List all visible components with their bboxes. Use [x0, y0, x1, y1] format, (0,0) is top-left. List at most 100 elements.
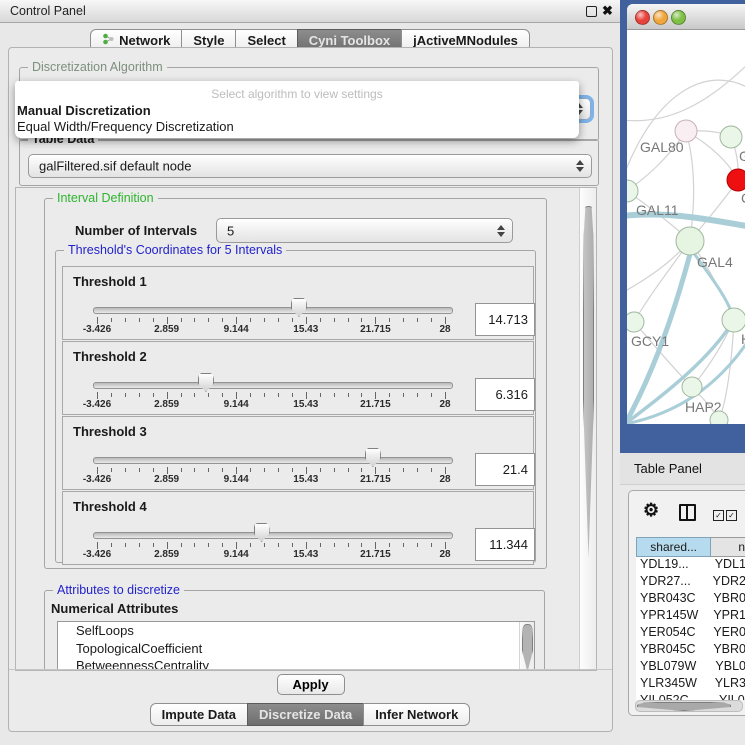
- graph-node-label: C: [741, 190, 745, 206]
- table-row[interactable]: YER054CYER0: [636, 625, 745, 642]
- slider-track[interactable]: [93, 382, 453, 389]
- table-panel-titlebar: Table Panel: [620, 453, 745, 485]
- threshold-value-field[interactable]: 14.713: [475, 303, 535, 336]
- algorithm-option[interactable]: Equal Width/Frequency Discretization: [17, 119, 234, 134]
- table-hscrollbar: [635, 700, 743, 712]
- tab-impute-data[interactable]: Impute Data: [150, 703, 248, 726]
- tick-mark: [320, 468, 321, 472]
- threshold-value-field[interactable]: 21.4: [475, 453, 535, 486]
- tick-mark: [153, 543, 154, 547]
- tick-mark: [264, 393, 265, 397]
- tick-mark: [306, 392, 307, 399]
- tick-mark: [181, 393, 182, 397]
- graph-node[interactable]: [722, 308, 745, 332]
- threshold-panel: Threshold 2-3.4262.8599.14415.4321.71528…: [62, 341, 534, 415]
- table-row[interactable]: YBR045CYBR0: [636, 642, 745, 659]
- tick-mark: [375, 317, 376, 324]
- cell-shared-name: YDL19...: [636, 557, 708, 574]
- table-data-group: Table Data galFiltered.sif default node: [19, 139, 599, 186]
- slider-thumb[interactable]: [291, 298, 307, 317]
- column-header-name[interactable]: n: [711, 537, 745, 557]
- table-row[interactable]: YPR145WYPR1: [636, 608, 745, 625]
- minimize-traffic-light-icon[interactable]: [653, 10, 668, 25]
- table-row[interactable]: YLR345WYLR3: [636, 676, 745, 693]
- num-intervals-value: 5: [227, 223, 234, 238]
- tick-mark: [375, 467, 376, 474]
- tick-mark: [361, 468, 362, 472]
- threshold-label: Threshold 3: [73, 424, 147, 439]
- tick-label: 21.715: [360, 549, 391, 560]
- slider-thumb[interactable]: [365, 448, 381, 467]
- tick-mark: [236, 542, 237, 549]
- network-view-window: GAL80GACGAL11GAL4GCY1HHAP2: [627, 4, 745, 424]
- tick-mark: [445, 317, 446, 324]
- tick-mark: [403, 393, 404, 397]
- slider-thumb[interactable]: [254, 523, 270, 542]
- cell-name: YBR0: [706, 591, 745, 608]
- cell-name: YBL0: [708, 659, 745, 676]
- apply-button[interactable]: Apply: [277, 674, 345, 695]
- tick-label: 21.715: [360, 324, 391, 335]
- zoom-traffic-light-icon[interactable]: [671, 10, 686, 25]
- slider-track[interactable]: [93, 532, 453, 539]
- network-window-titlebar[interactable]: [627, 4, 745, 30]
- split-columns-icon[interactable]: [679, 504, 696, 521]
- tick-mark: [222, 468, 223, 472]
- tick-label: -3.426: [83, 399, 111, 410]
- table-row[interactable]: YBL079WYBL0: [636, 659, 745, 676]
- graph-node[interactable]: [727, 169, 745, 191]
- tick-mark: [181, 543, 182, 547]
- tick-mark: [292, 543, 293, 547]
- table-row[interactable]: YIL052CYIL0: [636, 693, 745, 700]
- network-canvas[interactable]: GAL80GACGAL11GAL4GCY1HHAP2: [627, 30, 745, 424]
- chevron-updown-icon: [576, 160, 584, 172]
- threshold-value-field[interactable]: 6.316: [475, 378, 535, 411]
- tick-mark: [403, 543, 404, 547]
- close-icon[interactable]: ✖: [602, 3, 613, 19]
- cell-name: YER0: [706, 625, 745, 642]
- tick-mark: [431, 468, 432, 472]
- graph-node[interactable]: [627, 312, 644, 332]
- slider-track[interactable]: [93, 307, 453, 314]
- threshold-value-field[interactable]: 11.344: [475, 528, 535, 561]
- column-header-shared[interactable]: shared...: [636, 537, 711, 557]
- tick-mark: [97, 542, 98, 549]
- algorithm-option[interactable]: Manual Discretization: [17, 103, 151, 118]
- tab-infer-network[interactable]: Infer Network: [363, 703, 470, 726]
- table-row[interactable]: YDR27...YDR2: [636, 574, 745, 591]
- tick-mark: [167, 542, 168, 549]
- float-window-icon[interactable]: [586, 6, 597, 17]
- tick-mark: [320, 393, 321, 397]
- screen: Control Panel ✖ NetworkStyleSelectCyni T…: [0, 0, 745, 745]
- tick-mark: [264, 543, 265, 547]
- tab-discretize-data[interactable]: Discretize Data: [247, 703, 364, 726]
- cell-shared-name: YER054C: [636, 625, 706, 642]
- tick-label: 15.43: [293, 324, 318, 335]
- slider-track[interactable]: [93, 457, 453, 464]
- attribute-list-item[interactable]: SelfLoops: [58, 622, 534, 640]
- tick-mark: [97, 392, 98, 399]
- num-intervals-combo[interactable]: 5: [216, 218, 513, 243]
- checkbox-icon[interactable]: [726, 510, 737, 521]
- tick-mark: [222, 318, 223, 322]
- graph-node[interactable]: [682, 377, 702, 397]
- tick-mark: [375, 392, 376, 399]
- list-scrollbar-thumb[interactable]: [522, 624, 533, 671]
- tick-mark: [292, 318, 293, 322]
- table-row[interactable]: YDL19...YDL1: [636, 557, 745, 574]
- checkbox-icon[interactable]: [713, 510, 724, 521]
- tick-label: 9.144: [224, 549, 249, 560]
- table-data-combo[interactable]: galFiltered.sif default node: [28, 154, 592, 178]
- table-row[interactable]: YBR043CYBR0: [636, 591, 745, 608]
- slider-thumb[interactable]: [198, 373, 214, 392]
- graph-node[interactable]: [720, 126, 742, 148]
- table-hscrollbar-thumb[interactable]: [637, 702, 731, 711]
- tick-mark: [97, 467, 98, 474]
- graph-node[interactable]: [710, 411, 728, 424]
- graph-node[interactable]: [676, 227, 704, 255]
- threshold-label: Threshold 4: [73, 499, 147, 514]
- gear-icon[interactable]: ⚙: [643, 501, 659, 519]
- main-scrollbar-thumb[interactable]: [583, 206, 594, 558]
- close-traffic-light-icon[interactable]: [635, 10, 650, 25]
- attribute-list-item[interactable]: TopologicalCoefficient: [58, 640, 534, 658]
